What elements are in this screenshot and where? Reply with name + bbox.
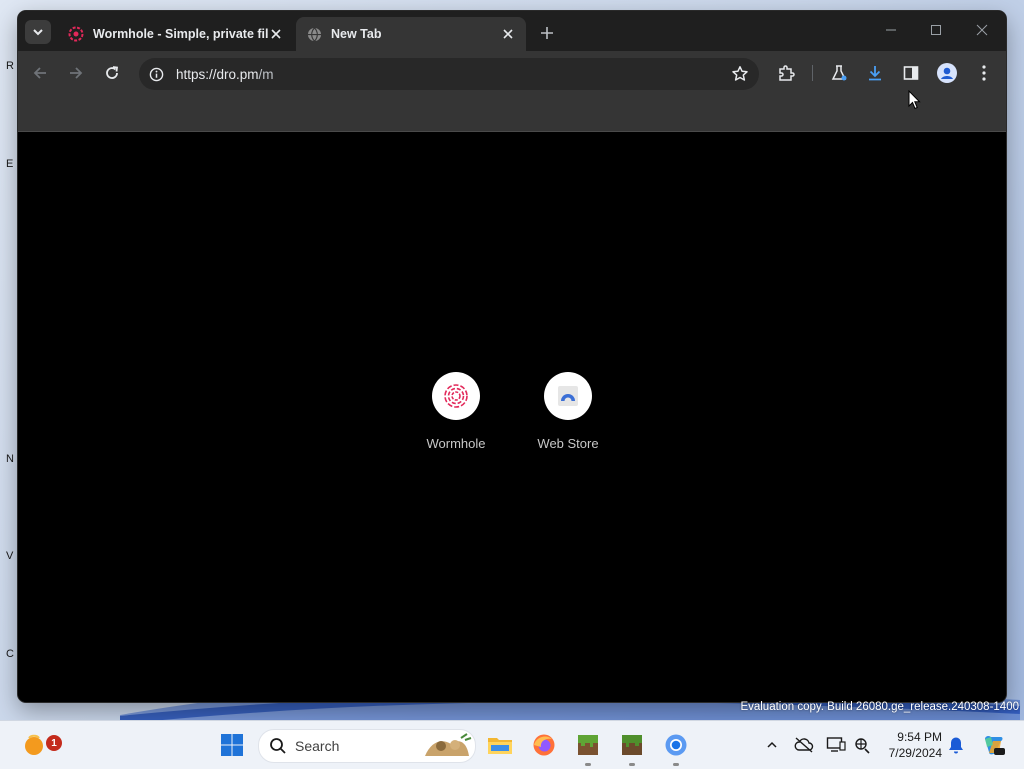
- monitor-icon: [826, 737, 846, 752]
- shortcut-icon-wrapper: [432, 372, 480, 420]
- tab-label: New Tab: [331, 27, 382, 41]
- menu-button[interactable]: [974, 63, 994, 83]
- flask-icon: [831, 65, 847, 81]
- close-icon[interactable]: [268, 26, 284, 42]
- address-bar[interactable]: https://dro.pm/m: [139, 58, 759, 90]
- arrow-left-icon: [33, 67, 46, 79]
- plus-icon: [541, 27, 553, 39]
- taskbar-search[interactable]: Search: [258, 729, 476, 763]
- forward-button[interactable]: [65, 62, 87, 84]
- network-icon: [855, 738, 870, 754]
- close-icon: [976, 24, 988, 36]
- kebab-menu-icon: [982, 65, 986, 81]
- reload-icon: [106, 66, 119, 79]
- weather-widget-icon: [25, 734, 43, 755]
- bell-icon: [949, 737, 963, 754]
- clock-date: 7/29/2024: [888, 746, 942, 760]
- chevron-down-icon: [33, 29, 43, 36]
- tab-label: Wormhole - Simple, private fil: [93, 27, 268, 41]
- close-icon[interactable]: [500, 26, 516, 42]
- running-indicator: [673, 763, 679, 766]
- search-highlight-icon: [425, 733, 472, 756]
- onedrive-tray-button[interactable]: [794, 735, 814, 755]
- cloud-off-icon: [794, 737, 814, 753]
- network-tray-button[interactable]: [852, 735, 872, 755]
- site-info-icon[interactable]: [148, 66, 164, 82]
- bookmark-bar: [18, 95, 1006, 132]
- shortcut-web-store[interactable]: Web Store: [528, 372, 608, 451]
- profile-button[interactable]: [937, 63, 957, 83]
- running-indicator: [585, 763, 591, 766]
- firefox-icon: [533, 734, 555, 756]
- maximize-icon: [931, 25, 941, 35]
- side-panel-icon: [903, 66, 919, 80]
- search-label: Search: [295, 738, 340, 754]
- puzzle-icon: [779, 65, 795, 81]
- system-clock[interactable]: 9:54 PM 7/29/2024: [876, 729, 942, 761]
- browser-window: Wormhole - Simple, private fil New Tab h…: [18, 11, 1006, 702]
- minimize-icon: [886, 29, 896, 31]
- taskbar: 1 Search 9:54 PM 7/29/2024: [0, 720, 1024, 769]
- notification-badge: 1: [46, 735, 62, 751]
- shortcut-title: Wormhole: [426, 436, 486, 451]
- reload-button[interactable]: [101, 62, 123, 84]
- copilot-button[interactable]: [980, 732, 1006, 758]
- web-store-icon: [558, 386, 578, 406]
- shortcut-wormhole[interactable]: Wormhole: [416, 372, 496, 451]
- notifications-button[interactable]: [946, 735, 966, 755]
- globe-icon: [306, 26, 322, 42]
- wormhole-icon: [68, 26, 84, 42]
- chrome-button[interactable]: [660, 729, 692, 766]
- chevron-up-icon: [767, 741, 777, 748]
- wormhole-icon: [444, 384, 468, 408]
- tab-wormhole[interactable]: Wormhole - Simple, private fil: [58, 17, 294, 51]
- browser-toolbar: https://dro.pm/m: [18, 51, 1006, 95]
- shortcut-icon-wrapper: [544, 372, 592, 420]
- back-button[interactable]: [29, 62, 51, 84]
- side-panel-button[interactable]: [901, 63, 921, 83]
- evaluation-watermark: Evaluation copy. Build 26080.ge_release.…: [740, 701, 1019, 713]
- minimize-button[interactable]: [871, 19, 911, 41]
- start-button[interactable]: [216, 729, 248, 761]
- display-tray-button[interactable]: [826, 735, 846, 755]
- arrow-right-icon: [70, 67, 83, 79]
- copilot-icon: [985, 735, 1005, 755]
- search-icon: [270, 738, 286, 754]
- windows-logo-icon: [221, 734, 243, 756]
- url-text: https://dro.pm/m: [176, 67, 274, 82]
- minecraft-button-2[interactable]: [616, 729, 648, 766]
- maximize-button[interactable]: [916, 19, 956, 41]
- tab-new-tab[interactable]: New Tab: [296, 17, 526, 51]
- avatar-icon: [937, 63, 957, 83]
- close-window-button[interactable]: [962, 19, 1002, 41]
- mouse-cursor-icon: [908, 90, 921, 110]
- show-hidden-icons-button[interactable]: [762, 735, 782, 755]
- tab-strip: Wormhole - Simple, private fil New Tab: [18, 11, 1006, 51]
- new-tab-page: Wormhole Web Store: [18, 132, 1006, 702]
- running-indicator: [629, 763, 635, 766]
- firefox-button[interactable]: [528, 729, 560, 761]
- file-explorer-button[interactable]: [484, 729, 516, 761]
- download-icon: [869, 66, 881, 81]
- widgets-button[interactable]: 1: [18, 729, 62, 761]
- desktop-icons-edge: R E N V C: [6, 60, 14, 660]
- bookmark-star-icon[interactable]: [731, 65, 749, 83]
- grass-block-icon: [622, 735, 642, 755]
- shortcut-title: Web Store: [537, 436, 599, 451]
- url-path: /m: [258, 66, 274, 82]
- new-tab-button[interactable]: [536, 22, 558, 44]
- clock-time: 9:54 PM: [897, 730, 942, 744]
- downloads-button[interactable]: [865, 63, 885, 83]
- url-host: https://dro.pm: [176, 66, 259, 82]
- chrome-icon: [665, 734, 687, 756]
- grass-block-icon: [578, 735, 598, 755]
- folder-icon: [488, 738, 512, 754]
- extensions-button[interactable]: [776, 63, 796, 83]
- toolbar-separator: [812, 65, 813, 81]
- tab-search-button[interactable]: [25, 20, 51, 44]
- minecraft-button-1[interactable]: [572, 729, 604, 766]
- labs-button[interactable]: [829, 63, 849, 83]
